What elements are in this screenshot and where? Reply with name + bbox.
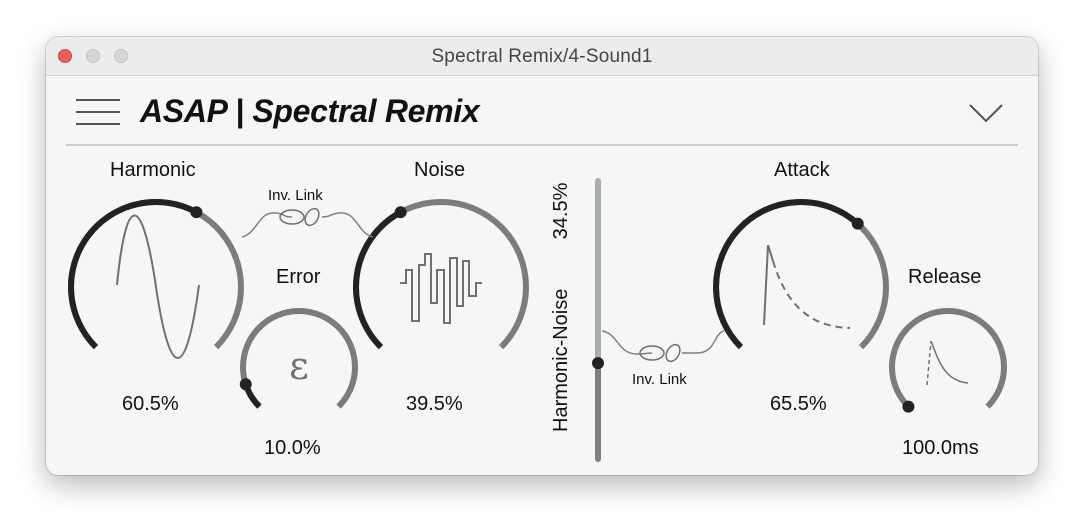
chain-link-icon xyxy=(665,343,681,363)
noise-wave-icon xyxy=(400,253,482,324)
noise-knob[interactable] xyxy=(353,199,529,350)
slider-thumb[interactable] xyxy=(592,357,604,370)
inv-link-left[interactable] xyxy=(241,206,374,238)
inv-link-right[interactable] xyxy=(601,330,725,364)
attack-knob[interactable] xyxy=(713,199,889,350)
chain-link-icon xyxy=(304,207,320,227)
harmonic-noise-slider[interactable] xyxy=(592,178,604,462)
epsilon-icon: ε xyxy=(289,344,309,388)
sine-wave-icon xyxy=(116,214,200,359)
harmonic-knob[interactable] xyxy=(68,199,244,350)
release-envelope-icon xyxy=(926,340,969,386)
release-knob[interactable] xyxy=(889,308,1007,413)
attack-envelope-icon xyxy=(763,244,851,329)
plugin-window: Spectral Remix/4-Sound1 ASAP | Spectral … xyxy=(46,37,1038,475)
